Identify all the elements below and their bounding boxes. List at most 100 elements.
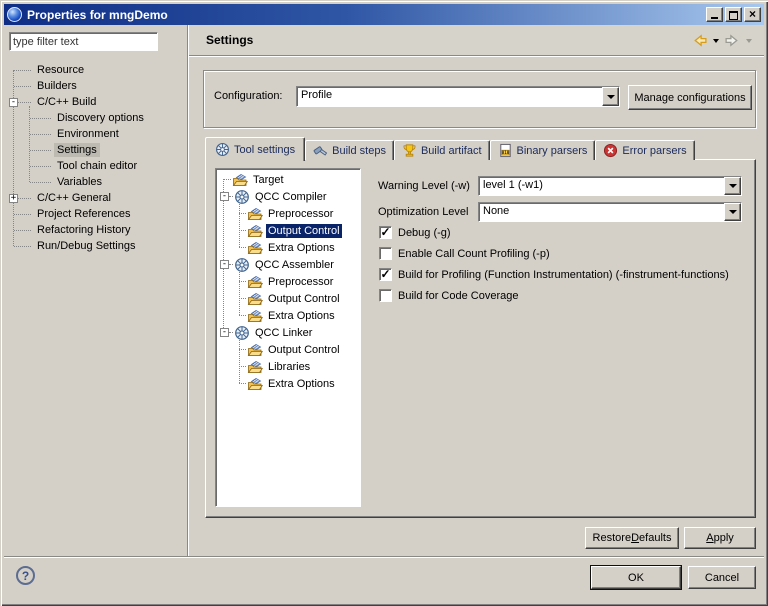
wheel-icon [215,142,230,157]
panel-divider[interactable] [187,25,189,557]
optimization-level-label: Optimization Level [378,206,469,218]
tree-expander[interactable]: - [220,192,229,201]
sidebar-item-settings[interactable]: Settings [8,142,184,158]
configuration-select[interactable]: Profile [296,86,620,107]
tab-build-artifact[interactable]: Build artifact [394,140,490,160]
tool-tree-item-qcc-assembler[interactable]: -QCC Assembler [216,256,360,273]
tool-tree-item-qcc-linker[interactable]: -QCC Linker [216,324,360,341]
checkbox[interactable] [379,268,392,281]
sidebar-item-run-debug-settings[interactable]: Run/Debug Settings [8,238,184,254]
page-title: Settings [206,33,253,47]
warning-level-select[interactable]: level 1 (-w1) [478,176,742,196]
tree-connector [239,247,246,248]
hammer-icon [313,143,328,158]
sidebar-item-ccpp-build[interactable]: -C/C++ Build [8,94,184,110]
sidebar-item-project-references[interactable]: Project References [8,206,184,222]
tool-tree-item-libraries[interactable]: Libraries [216,358,360,375]
filter-input[interactable] [9,32,158,51]
tool-tree-item-extra-options[interactable]: Extra Options [216,375,360,392]
tree-expander[interactable]: + [9,194,18,203]
properties-dialog: Properties for mngDemo × Resource Builde… [0,0,768,606]
tool-tree: Target -QCC Compiler Preprocessor Output… [215,168,361,507]
tree-connector [239,366,246,367]
history-nav [691,32,752,49]
manage-configurations-button[interactable]: Manage configurations [628,85,752,110]
open-folder-icon [247,308,263,324]
optimization-level-select[interactable]: None [478,202,742,222]
open-folder-icon [247,240,263,256]
error-circle-icon [603,143,618,158]
dropdown-button[interactable] [724,203,741,221]
sidebar-item-refactoring-history[interactable]: Refactoring History [8,222,184,238]
page-header: Settings [189,25,764,56]
back-menu-caret[interactable] [713,39,719,46]
help-button[interactable]: ? [16,566,35,585]
tab-error-parsers[interactable]: Error parsers [595,140,694,160]
checkbox[interactable] [379,226,392,239]
open-folder-icon [247,291,263,307]
sidebar-item-ccpp-general[interactable]: +C/C++ General [8,190,184,206]
binary-file-icon [498,143,513,158]
tool-tree-item-preprocessor[interactable]: Preprocessor [216,273,360,290]
tab-tool-settings[interactable]: Tool settings [205,137,305,161]
tool-tree-item-target[interactable]: Target [216,171,360,188]
chevron-down-icon [607,95,615,103]
tree-expander[interactable]: - [220,328,229,337]
restore-defaults-button[interactable]: Restore Defaults [585,527,679,549]
tab-build-steps[interactable]: Build steps [305,140,394,160]
dropdown-button[interactable] [724,177,741,195]
open-folder-icon [247,206,263,222]
wheel-icon [234,257,250,273]
sidebar-item-builders[interactable]: Builders [8,78,184,94]
tree-connector [239,298,246,299]
tree-connector [229,264,233,265]
apply-button[interactable]: Apply [684,527,756,549]
sidebar-item-tool-chain-editor[interactable]: Tool chain editor [8,158,184,174]
checkbox[interactable] [379,289,392,302]
checkbox-build-for-profiling[interactable]: Build for Profiling (Function Instrument… [379,268,729,281]
back-arrow-icon[interactable] [691,32,708,49]
ok-button[interactable]: OK [591,566,681,589]
sidebar-item-resource[interactable]: Resource [8,62,184,78]
tool-settings-pane: Target -QCC Compiler Preprocessor Output… [205,159,756,518]
tree-connector [239,281,246,282]
tree-connector [30,134,51,135]
checkbox[interactable] [379,247,392,260]
cancel-button[interactable]: Cancel [688,566,756,589]
tree-connector [14,86,31,87]
open-folder-icon [247,274,263,290]
maximize-button[interactable] [725,7,742,22]
forward-menu-caret[interactable] [746,39,752,46]
forward-arrow-icon[interactable] [724,32,741,49]
tree-expander[interactable]: - [220,260,229,269]
titlebar[interactable]: Properties for mngDemo × [4,4,764,25]
tree-connector [30,118,51,119]
tool-tree-item-output-control[interactable]: Output Control [216,222,360,239]
tool-tree-item-preprocessor[interactable]: Preprocessor [216,205,360,222]
tool-tree-item-output-control[interactable]: Output Control [216,290,360,307]
tool-tree-item-extra-options[interactable]: Extra Options [216,239,360,256]
checkbox-debug[interactable]: Debug (-g) [379,226,451,239]
checkbox-code-coverage[interactable]: Build for Code Coverage [379,289,518,302]
tree-connector [14,246,31,247]
tree-expander[interactable]: - [9,98,18,107]
close-icon: × [749,8,756,21]
sidebar-item-discovery-options[interactable]: Discovery options [8,110,184,126]
close-button[interactable]: × [744,7,761,22]
settings-tabbar: Tool settings Build steps Build artifact… [205,136,695,160]
tree-connector [239,383,246,384]
chevron-down-icon [729,210,737,218]
open-folder-icon [247,376,263,392]
tool-tree-item-qcc-compiler[interactable]: -QCC Compiler [216,188,360,205]
wheel-icon [234,189,250,205]
sidebar-item-environment[interactable]: Environment [8,126,184,142]
minimize-button[interactable] [706,7,723,22]
tool-tree-item-extra-options[interactable]: Extra Options [216,307,360,324]
tree-connector [229,332,233,333]
tree-connector [14,70,31,71]
tab-binary-parsers[interactable]: Binary parsers [490,140,596,160]
checkbox-call-count-profiling[interactable]: Enable Call Count Profiling (-p) [379,247,550,260]
dropdown-button[interactable] [602,87,619,106]
tool-tree-item-output-control[interactable]: Output Control [216,341,360,358]
sidebar-item-variables[interactable]: Variables [8,174,184,190]
